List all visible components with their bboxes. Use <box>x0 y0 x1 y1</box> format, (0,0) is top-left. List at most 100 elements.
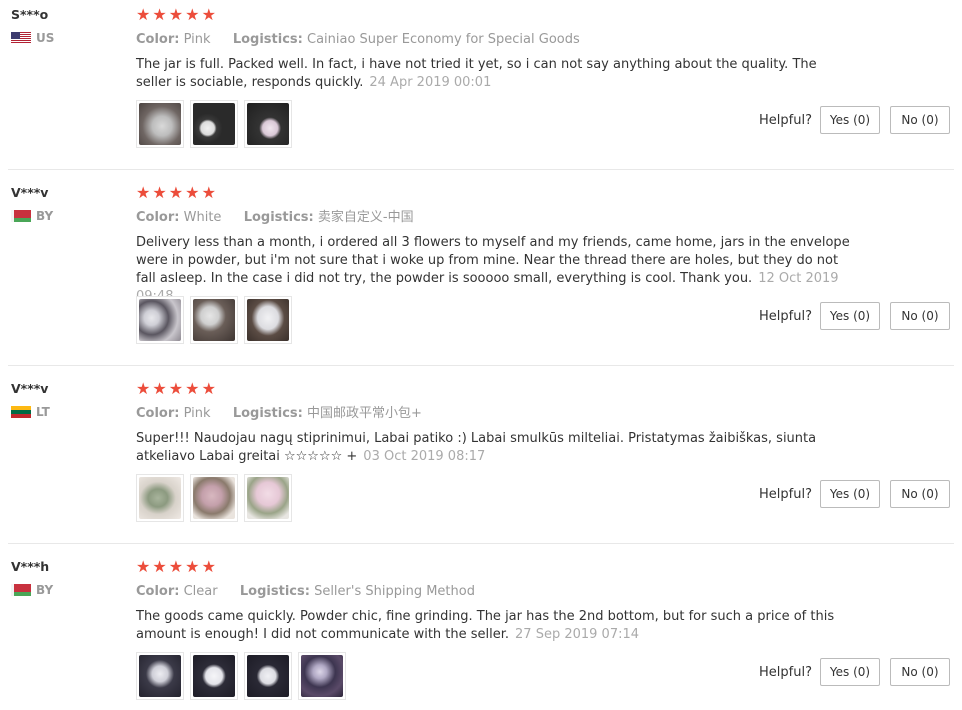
reviewer-country: LT <box>11 404 50 420</box>
reviewer-info: S***o US <box>11 6 54 46</box>
logistics-label: Logistics: <box>232 32 303 47</box>
by-flag-icon <box>11 584 31 596</box>
reviewer-name: V***v <box>11 381 49 396</box>
reviewer-info: V***v LT <box>11 380 50 420</box>
logistics-value: 卖家自定义-中国 <box>317 210 414 225</box>
review-meta: Color: White Logistics: 卖家自定义-中国 <box>136 209 856 227</box>
review-photo-thumbnail[interactable] <box>190 100 238 148</box>
logistics-value: Seller's Shipping Method <box>314 584 475 599</box>
logistics-label: Logistics: <box>239 584 310 599</box>
review-meta: Color: Pink Logistics: Cainiao Super Eco… <box>136 31 856 49</box>
review-photo-thumbnail[interactable] <box>136 100 184 148</box>
review-photos <box>136 100 292 148</box>
star-icon: ★ <box>185 5 200 24</box>
review-photo-thumbnail[interactable] <box>244 296 292 344</box>
reviewer-info: V***h BY <box>11 558 53 598</box>
helpful-no-button[interactable]: No (0) <box>890 106 950 134</box>
color-value: White <box>183 210 222 225</box>
logistics-label: Logistics: <box>243 210 314 225</box>
review-content: ★ ★ ★ ★ ★ Color: Pink Logistics: 中国邮政平常小包+ S… <box>136 380 856 466</box>
review-photo-thumbnail[interactable] <box>136 652 184 700</box>
star-icon: ★ <box>168 5 184 24</box>
review-text: The goods came quickly. Powder chic, fin… <box>136 608 856 644</box>
reviewer-name: S***o <box>11 7 49 22</box>
reviewer-country: US <box>11 30 54 46</box>
star-rating: ★ ★ ★ ★ ★ <box>136 6 856 24</box>
review-date: 03 Oct 2019 08:17 <box>363 449 486 464</box>
review-item: V***v BY ★ ★ ★ ★ ★ Color: White Logistics: 卖… <box>0 170 962 366</box>
star-icon: ★ <box>152 557 167 576</box>
country-code: US <box>36 31 55 45</box>
star-icon: ★ <box>136 5 151 24</box>
country-code: BY <box>36 583 54 597</box>
review-photo-thumbnail[interactable] <box>298 652 346 700</box>
review-photo-thumbnail[interactable] <box>136 296 184 344</box>
star-icon: ★ <box>201 183 216 202</box>
review-photo-thumbnail[interactable] <box>244 652 292 700</box>
star-icon: ★ <box>152 5 167 24</box>
helpful-vote: Helpful? Yes (0) No (0) <box>759 302 950 330</box>
review-item: V***v LT ★ ★ ★ ★ ★ Color: Pink Logistics: 中国… <box>0 366 962 544</box>
helpful-yes-button[interactable]: Yes (0) <box>820 302 880 330</box>
lt-flag-icon <box>11 406 31 418</box>
review-photo-thumbnail[interactable] <box>244 474 292 522</box>
review-content: ★ ★ ★ ★ ★ Color: White Logistics: 卖家自定义-中国 D… <box>136 184 856 306</box>
helpful-yes-button[interactable]: Yes (0) <box>820 106 880 134</box>
us-flag-icon <box>11 32 31 44</box>
review-content: ★ ★ ★ ★ ★ Color: Pink Logistics: Cainiao Sup… <box>136 6 856 92</box>
helpful-no-button[interactable]: No (0) <box>890 658 950 686</box>
color-value: Pink <box>183 32 211 47</box>
logistics-label: Logistics: <box>232 406 303 421</box>
review-photo-thumbnail[interactable] <box>244 100 292 148</box>
helpful-vote: Helpful? Yes (0) No (0) <box>759 480 950 508</box>
star-icon: ★ <box>168 379 184 398</box>
review-text: The jar is full. Packed well. In fact, i… <box>136 56 856 92</box>
star-icon: ★ <box>201 5 216 24</box>
color-value: Clear <box>183 584 218 599</box>
country-code: LT <box>36 405 50 419</box>
review-photo-thumbnail[interactable] <box>190 296 238 344</box>
country-code: BY <box>36 209 54 223</box>
review-item: S***o US ★ ★ ★ ★ ★ Color: Pink Logistics: Ca… <box>0 0 962 170</box>
star-icon: ★ <box>152 379 167 398</box>
helpful-no-button[interactable]: No (0) <box>890 480 950 508</box>
star-rating: ★ ★ ★ ★ ★ <box>136 184 856 202</box>
star-icon: ★ <box>185 379 200 398</box>
review-body: The goods came quickly. Powder chic, fin… <box>136 609 835 642</box>
color-label: Color: <box>136 32 180 47</box>
helpful-yes-button[interactable]: Yes (0) <box>820 480 880 508</box>
star-rating: ★ ★ ★ ★ ★ <box>136 558 856 576</box>
helpful-label: Helpful? <box>759 664 812 680</box>
reviewer-info: V***v BY <box>11 184 53 224</box>
review-photo-thumbnail[interactable] <box>190 474 238 522</box>
star-icon: ★ <box>185 557 200 576</box>
logistics-value: 中国邮政平常小包+ <box>307 406 422 421</box>
review-photo-thumbnail[interactable] <box>136 474 184 522</box>
by-flag-icon <box>11 210 31 222</box>
review-date: 24 Apr 2019 00:01 <box>369 75 492 90</box>
color-label: Color: <box>136 584 180 599</box>
review-photos <box>136 652 346 700</box>
helpful-label: Helpful? <box>759 486 812 502</box>
review-body: Delivery less than a month, i ordered al… <box>136 235 850 286</box>
reviewer-name: V***v <box>11 185 49 200</box>
review-photo-thumbnail[interactable] <box>190 652 238 700</box>
star-icon: ★ <box>152 183 167 202</box>
helpful-vote: Helpful? Yes (0) No (0) <box>759 658 950 686</box>
star-icon: ★ <box>136 557 151 576</box>
reviewer-country: BY <box>11 582 53 598</box>
color-label: Color: <box>136 210 180 225</box>
review-item: V***h BY ★ ★ ★ ★ ★ Color: Clear Logistics: S… <box>0 544 962 710</box>
helpful-yes-button[interactable]: Yes (0) <box>820 658 880 686</box>
star-icon: ★ <box>136 183 151 202</box>
color-label: Color: <box>136 406 180 421</box>
helpful-no-button[interactable]: No (0) <box>890 302 950 330</box>
review-meta: Color: Clear Logistics: Seller's Shippin… <box>136 583 856 601</box>
helpful-label: Helpful? <box>759 308 812 324</box>
logistics-value: Cainiao Super Economy for Special Goods <box>307 32 580 47</box>
reviewer-name: V***h <box>11 559 50 574</box>
review-content: ★ ★ ★ ★ ★ Color: Clear Logistics: Seller's S… <box>136 558 856 644</box>
star-icon: ★ <box>185 183 200 202</box>
helpful-label: Helpful? <box>759 112 812 128</box>
review-date: 27 Sep 2019 07:14 <box>515 627 640 642</box>
